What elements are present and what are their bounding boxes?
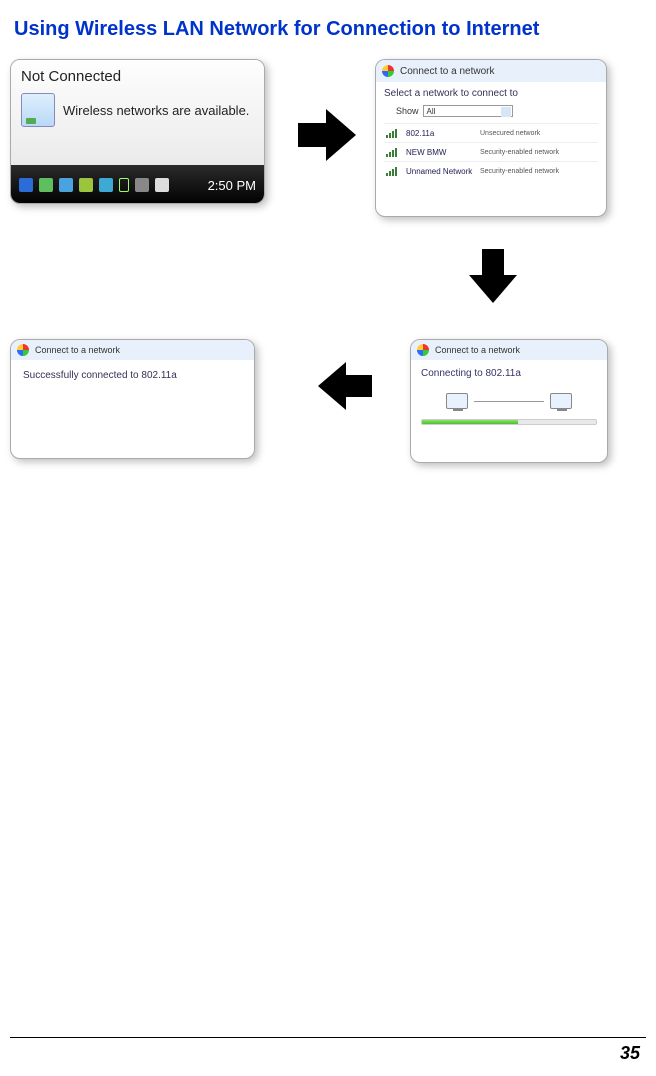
network-type: Security-enabled network [480,168,559,175]
window-titlebar: Connect to a network [376,60,606,82]
clock-text: 2:50 PM [208,178,256,193]
windows-icon [382,65,394,77]
bluetooth-icon [19,178,33,192]
success-text: Successfully connected to 802.11a [23,370,242,381]
windows-icon [417,344,429,356]
network-type: Security-enabled network [480,149,559,156]
arrow-down-icon [469,249,517,303]
window-title-text: Connect to a network [435,345,520,355]
computer-icon [550,393,572,409]
arrow-right-icon [298,109,356,161]
windows-icon [17,344,29,356]
show-label: Show [396,106,419,116]
window-title-text: Connect to a network [400,66,495,77]
volume-icon [155,178,169,192]
page-title: Using Wireless LAN Network for Connectio… [10,18,646,41]
taskbar: 2:50 PM [11,165,264,204]
diagram-container: Not Connected Wireless networks are avai… [10,59,630,479]
connecting-text: Connecting to 802.11a [421,368,597,379]
arrow-left-icon [318,362,372,410]
panel-select-network: Connect to a network Select a network to… [375,59,607,217]
progress-bar [421,419,597,425]
screen-icon [135,178,149,192]
panel-connected: Connect to a network Successfully connec… [10,339,255,459]
show-dropdown-value: All [424,107,436,116]
network-row[interactable]: Unnamed Network Security-enabled network [384,161,598,180]
show-dropdown[interactable]: All [423,105,513,117]
network-name: NEW BMW [406,148,474,157]
battery-icon [119,178,129,192]
tray-icon [59,178,73,192]
network-type: Unsecured network [480,130,540,137]
status-text: Not Connected [21,68,254,85]
progress-fill [422,420,518,424]
connection-line [474,401,544,402]
tray-icon [79,178,93,192]
network-name: 802.11a [406,129,474,138]
window-title-text: Connect to a network [35,345,120,355]
signal-icon [386,128,400,138]
panel-connecting: Connect to a network Connecting to 802.1… [410,339,608,463]
dialog-subtitle: Select a network to connect to [384,88,598,99]
network-row[interactable]: 802.11a Unsecured network [384,123,598,142]
wifi-available-text: Wireless networks are available. [63,103,249,118]
network-name: Unnamed Network [406,167,474,176]
signal-icon [386,166,400,176]
window-titlebar: Connect to a network [11,340,254,360]
computer-icon [446,393,468,409]
panel-taskbar-popup: Not Connected Wireless networks are avai… [10,59,265,204]
signal-icon [386,147,400,157]
footer-divider [10,1037,646,1038]
network-icon [39,178,53,192]
wifi-computer-icon [21,93,55,127]
tray-icon [99,178,113,192]
page-number: 35 [620,1043,640,1064]
network-row[interactable]: NEW BMW Security-enabled network [384,142,598,161]
window-titlebar: Connect to a network [411,340,607,360]
